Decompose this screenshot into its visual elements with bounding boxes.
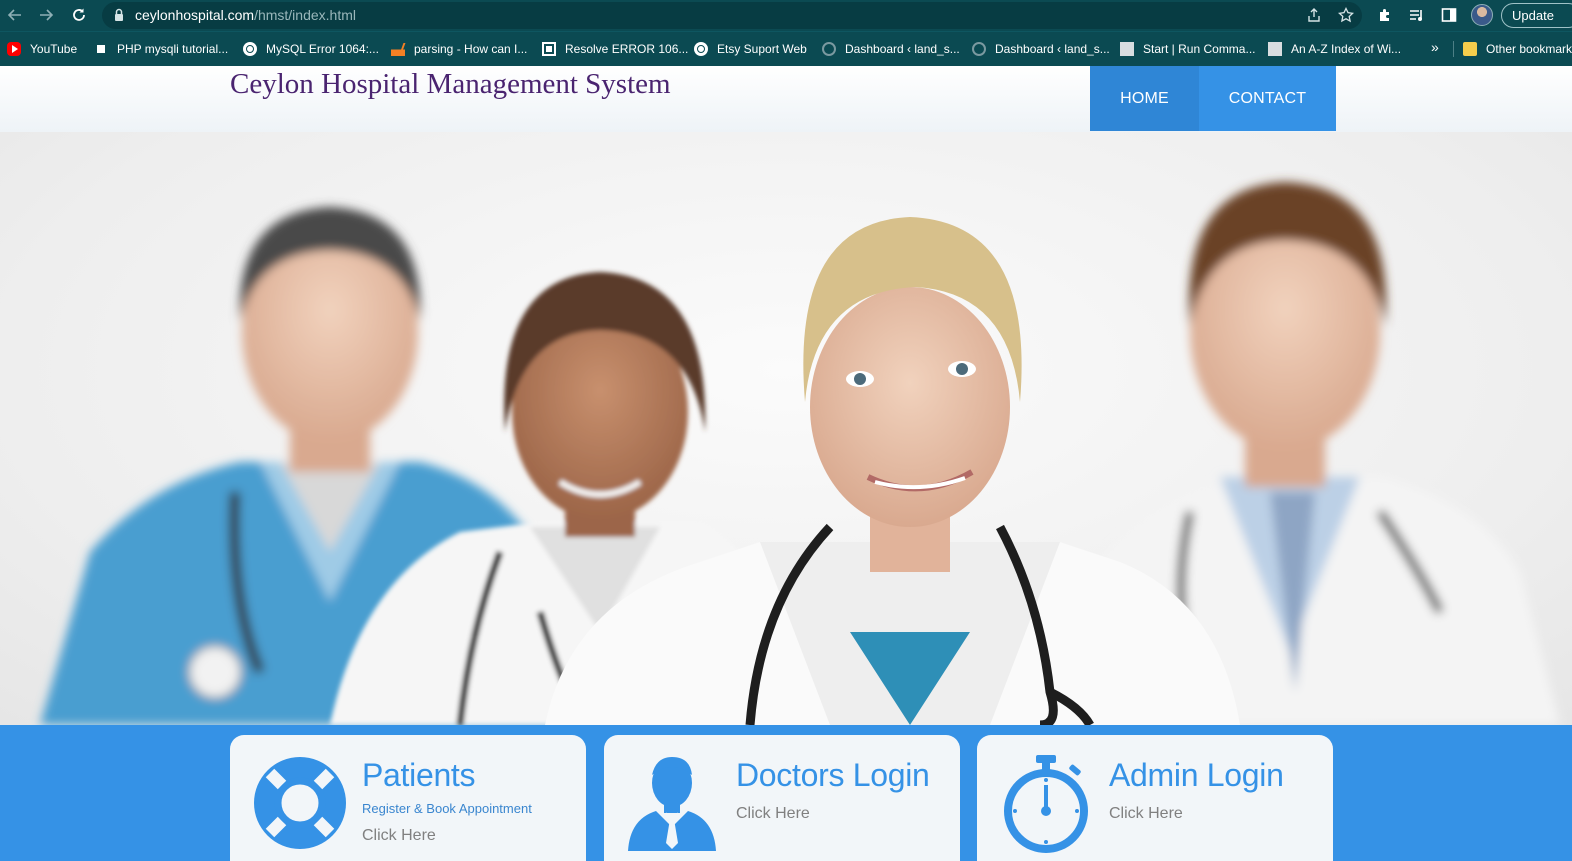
hero-image bbox=[0, 132, 1572, 725]
bookmark-az-index[interactable]: An A-Z Index of Wi... bbox=[1268, 40, 1401, 58]
bookmark-label: Resolve ERROR 106... bbox=[565, 42, 689, 56]
stackoverflow-icon bbox=[391, 42, 405, 56]
doctors-login-card[interactable]: Doctors Login Click Here bbox=[604, 735, 960, 861]
page-icon bbox=[1268, 42, 1282, 56]
update-button[interactable]: Update bbox=[1501, 3, 1572, 28]
bookmark-mysql-error[interactable]: MySQL Error 1064:... bbox=[243, 40, 379, 58]
bookmark-youtube[interactable]: YouTube bbox=[7, 40, 77, 58]
site-nav: HOME CONTACT bbox=[1090, 66, 1336, 131]
playlist-icon bbox=[1410, 10, 1422, 21]
youtube-icon bbox=[7, 42, 21, 56]
admin-login-card[interactable]: Admin Login Click Here bbox=[977, 735, 1333, 861]
globe-icon bbox=[243, 42, 257, 56]
bookmark-resolve-error[interactable]: Resolve ERROR 106... bbox=[542, 40, 688, 58]
bookmark-label: Start | Run Comma... bbox=[1143, 42, 1256, 56]
lock-icon bbox=[115, 8, 123, 21]
url-field[interactable]: ceylonhospital.com/hmst/index.html bbox=[102, 2, 1362, 29]
admin-login-title: Admin Login bbox=[1109, 757, 1284, 793]
bookmarks-divider bbox=[1453, 41, 1454, 57]
website: Ceylon Hospital Management System HOME C… bbox=[0, 66, 1572, 861]
bookmark-label: MySQL Error 1064:... bbox=[266, 42, 379, 56]
forward-button[interactable] bbox=[35, 4, 57, 26]
reload-icon bbox=[73, 8, 85, 21]
login-cards-band: Patients Register & Book Appointment Cli… bbox=[0, 725, 1572, 861]
site-header: Ceylon Hospital Management System HOME C… bbox=[0, 66, 1572, 132]
wordpress-icon bbox=[822, 42, 836, 56]
browser-address-bar: ceylonhospital.com/hmst/index.html Updat… bbox=[0, 0, 1572, 31]
bookmark-dashboard-1[interactable]: Dashboard ‹ land_s... bbox=[822, 40, 960, 58]
bookmark-parsing[interactable]: parsing - How can I... bbox=[391, 40, 527, 58]
patients-click-here-link[interactable]: Click Here bbox=[362, 827, 436, 845]
site-title: Ceylon Hospital Management System bbox=[230, 68, 671, 100]
more-bookmarks-button[interactable]: » bbox=[1431, 39, 1439, 55]
doctors-click-here-link[interactable]: Click Here bbox=[736, 805, 810, 823]
stopwatch-icon bbox=[1004, 755, 1088, 853]
patients-card[interactable]: Patients Register & Book Appointment Cli… bbox=[230, 735, 586, 861]
bookmark-label: An A-Z Index of Wi... bbox=[1291, 42, 1402, 56]
wordpress-icon bbox=[972, 42, 986, 56]
reload-button[interactable] bbox=[68, 4, 90, 26]
patients-title: Patients bbox=[362, 757, 476, 793]
bookmark-label: YouTube bbox=[30, 42, 78, 56]
lifebuoy-icon bbox=[254, 757, 346, 849]
bookmark-php-mysqli[interactable]: PHP mysqli tutorial... bbox=[94, 40, 228, 58]
extensions-button[interactable] bbox=[1375, 5, 1395, 25]
bookmark-label: Other bookmarks bbox=[1486, 42, 1572, 56]
back-button[interactable] bbox=[4, 4, 26, 26]
bookmark-label: parsing - How can I... bbox=[414, 42, 528, 56]
bookmarks-bar: YouTube PHP mysqli tutorial... MySQL Err… bbox=[0, 31, 1572, 66]
doctors-group-illustration bbox=[40, 182, 1560, 725]
bookmark-label: Dashboard ‹ land_s... bbox=[995, 42, 1110, 56]
bookmark-etsy[interactable]: Etsy Suport Web bbox=[694, 40, 807, 58]
globe-icon bbox=[694, 42, 708, 56]
side-panel-icon bbox=[1441, 8, 1457, 22]
doctor-icon bbox=[628, 757, 716, 851]
error-page-icon bbox=[542, 42, 556, 56]
doctors-login-title: Doctors Login bbox=[736, 757, 930, 793]
star-icon bbox=[1338, 7, 1354, 23]
patients-subtitle[interactable]: Register & Book Appointment bbox=[362, 801, 532, 816]
url-text: ceylonhospital.com/hmst/index.html bbox=[135, 7, 356, 23]
page-icon bbox=[1120, 42, 1134, 56]
bookmark-label: Dashboard ‹ land_s... bbox=[845, 42, 960, 56]
bookmark-run-commands[interactable]: Start | Run Comma... bbox=[1120, 40, 1255, 58]
arrow-right-icon bbox=[40, 9, 54, 21]
nav-home-link[interactable]: HOME bbox=[1090, 66, 1199, 131]
puzzle-icon bbox=[1380, 9, 1389, 21]
profile-avatar[interactable] bbox=[1471, 4, 1493, 26]
bookmark-dashboard-2[interactable]: Dashboard ‹ land_s... bbox=[972, 40, 1110, 58]
page-icon bbox=[97, 45, 105, 53]
bookmark-star-button[interactable] bbox=[1336, 5, 1356, 25]
arrow-left-icon bbox=[7, 9, 21, 21]
media-control-button[interactable] bbox=[1407, 5, 1427, 25]
bookmark-label: PHP mysqli tutorial... bbox=[117, 42, 229, 56]
share-icon bbox=[1308, 8, 1320, 22]
admin-click-here-link[interactable]: Click Here bbox=[1109, 805, 1183, 823]
nav-contact-link[interactable]: CONTACT bbox=[1199, 66, 1336, 131]
bookmark-label: Etsy Suport Web bbox=[717, 42, 807, 56]
side-panel-button[interactable] bbox=[1439, 5, 1459, 25]
share-button[interactable] bbox=[1304, 5, 1324, 25]
folder-icon bbox=[1463, 42, 1477, 56]
other-bookmarks-folder[interactable]: Other bookmarks bbox=[1463, 40, 1572, 58]
